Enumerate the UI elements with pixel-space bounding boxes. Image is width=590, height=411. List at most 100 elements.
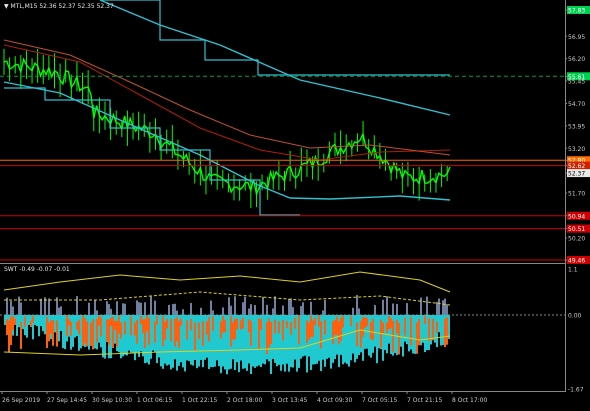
histogram-bar-cyan[interactable] xyxy=(138,315,140,357)
histogram-bar-orange[interactable] xyxy=(10,316,12,345)
histogram-bar-orange[interactable] xyxy=(114,320,116,330)
histogram-bar-cyan[interactable] xyxy=(408,315,410,352)
histogram-bar-orange[interactable] xyxy=(198,322,200,340)
histogram-bar-orange[interactable] xyxy=(324,319,326,335)
histogram-bar-gray[interactable] xyxy=(288,298,290,315)
histogram-bar-cyan[interactable] xyxy=(28,315,30,325)
histogram-bar-cyan[interactable] xyxy=(72,315,74,347)
histogram-bar-orange[interactable] xyxy=(166,318,168,329)
histogram-bar-cyan[interactable] xyxy=(214,315,216,367)
histogram-bar-orange[interactable] xyxy=(50,320,52,334)
histogram-bar-cyan[interactable] xyxy=(4,315,6,325)
histogram-bar-orange[interactable] xyxy=(444,318,446,347)
histogram-bar-gray[interactable] xyxy=(48,298,50,315)
histogram-bar-cyan[interactable] xyxy=(316,315,318,364)
histogram-bar-cyan[interactable] xyxy=(158,315,160,358)
histogram-bar-cyan[interactable] xyxy=(292,315,294,368)
histogram-bar-cyan[interactable] xyxy=(204,315,206,360)
histogram-bar-orange[interactable] xyxy=(154,321,156,343)
histogram-bar-cyan[interactable] xyxy=(302,315,304,357)
histogram-bar-orange[interactable] xyxy=(242,317,244,329)
histogram-bar-orange[interactable] xyxy=(372,318,374,341)
histogram-bar-cyan[interactable] xyxy=(354,315,356,363)
histogram-bar-orange[interactable] xyxy=(270,321,272,344)
histogram-bar-gray[interactable] xyxy=(322,310,324,315)
histogram-bar-cyan[interactable] xyxy=(94,315,96,349)
histogram-bar-orange[interactable] xyxy=(396,319,398,334)
histogram-bar-orange[interactable] xyxy=(108,319,110,345)
histogram-bar-cyan[interactable] xyxy=(104,315,106,359)
histogram-bar-gray[interactable] xyxy=(420,297,422,315)
histogram-bar-cyan[interactable] xyxy=(210,315,212,368)
histogram-bar-cyan[interactable] xyxy=(216,315,218,361)
histogram-bar-orange[interactable] xyxy=(294,317,296,329)
histogram-bar-gray[interactable] xyxy=(150,296,152,315)
histogram-bar-cyan[interactable] xyxy=(102,315,104,358)
histogram-bar-orange[interactable] xyxy=(68,319,70,326)
histogram-bar-orange[interactable] xyxy=(366,317,368,327)
histogram-bar-cyan[interactable] xyxy=(254,315,256,368)
histogram-bar-cyan[interactable] xyxy=(218,315,220,367)
histogram-bar-gray[interactable] xyxy=(272,308,274,315)
histogram-bar-cyan[interactable] xyxy=(58,315,60,342)
histogram-bar-cyan[interactable] xyxy=(74,315,76,338)
histogram-bar-orange[interactable] xyxy=(164,321,166,340)
histogram-bar-orange[interactable] xyxy=(162,316,164,347)
histogram-bar-orange[interactable] xyxy=(202,321,204,346)
histogram-bar-orange[interactable] xyxy=(66,315,68,337)
histogram-bar-orange[interactable] xyxy=(278,321,280,334)
histogram-bar-gray[interactable] xyxy=(106,301,108,315)
histogram-bar-orange[interactable] xyxy=(142,319,144,334)
histogram-bar-orange[interactable] xyxy=(392,320,394,353)
histogram-bar-orange[interactable] xyxy=(130,316,132,336)
histogram-bar-gray[interactable] xyxy=(20,302,22,315)
histogram-bar-gray[interactable] xyxy=(282,305,284,315)
histogram-bar-orange[interactable] xyxy=(206,321,208,335)
histogram-bar-orange[interactable] xyxy=(224,319,226,333)
histogram-bar-gray[interactable] xyxy=(382,299,384,315)
histogram-bar-orange[interactable] xyxy=(148,317,150,345)
histogram-bar-orange[interactable] xyxy=(86,321,88,347)
histogram-bar-orange[interactable] xyxy=(364,317,366,329)
histogram-bar-gray[interactable] xyxy=(212,310,214,315)
histogram-bar-orange[interactable] xyxy=(390,318,392,329)
histogram-bar-orange[interactable] xyxy=(220,321,222,339)
histogram-bar-gray[interactable] xyxy=(356,295,358,315)
histogram-bar-orange[interactable] xyxy=(90,322,92,346)
histogram-bar-orange[interactable] xyxy=(24,316,26,327)
histogram-bar-orange[interactable] xyxy=(320,321,322,349)
histogram-bar-orange[interactable] xyxy=(306,320,308,343)
histogram-bar-gray[interactable] xyxy=(302,302,304,315)
histogram-bar-orange[interactable] xyxy=(230,316,232,347)
histogram-bar-orange[interactable] xyxy=(338,321,340,345)
histogram-bar-cyan[interactable] xyxy=(226,315,228,375)
histogram-bar-gray[interactable] xyxy=(60,306,62,315)
histogram-bar-gray[interactable] xyxy=(324,299,326,315)
histogram-bar-orange[interactable] xyxy=(336,316,338,335)
histogram-bar-orange[interactable] xyxy=(410,316,412,346)
histogram-bar-orange[interactable] xyxy=(318,315,320,327)
histogram-bar-orange[interactable] xyxy=(170,318,172,342)
histogram-bar-orange[interactable] xyxy=(12,316,14,330)
histogram-bar-cyan[interactable] xyxy=(374,315,376,347)
histogram-bar-cyan[interactable] xyxy=(88,315,90,350)
histogram-bar-gray[interactable] xyxy=(88,302,90,315)
histogram-bar-cyan[interactable] xyxy=(412,315,414,354)
histogram-bar-cyan[interactable] xyxy=(406,315,408,345)
histogram-bar-orange[interactable] xyxy=(14,318,16,326)
histogram-bar-orange[interactable] xyxy=(48,322,50,342)
histogram-bar-cyan[interactable] xyxy=(376,315,378,364)
histogram-bar-orange[interactable] xyxy=(52,320,54,346)
histogram-bar-orange[interactable] xyxy=(116,320,118,347)
histogram-bar-gray[interactable] xyxy=(358,308,360,315)
histogram-bar-cyan[interactable] xyxy=(262,315,264,364)
histogram-bar-orange[interactable] xyxy=(76,321,78,330)
histogram-bar-orange[interactable] xyxy=(388,316,390,330)
histogram-bar-orange[interactable] xyxy=(6,318,8,336)
histogram-bar-cyan[interactable] xyxy=(448,315,450,339)
histogram-bar-orange[interactable] xyxy=(208,317,210,342)
histogram-bar-gray[interactable] xyxy=(244,296,246,315)
histogram-bar-gray[interactable] xyxy=(18,296,20,315)
histogram-bar-orange[interactable] xyxy=(56,320,58,347)
histogram-bar-cyan[interactable] xyxy=(64,315,66,350)
